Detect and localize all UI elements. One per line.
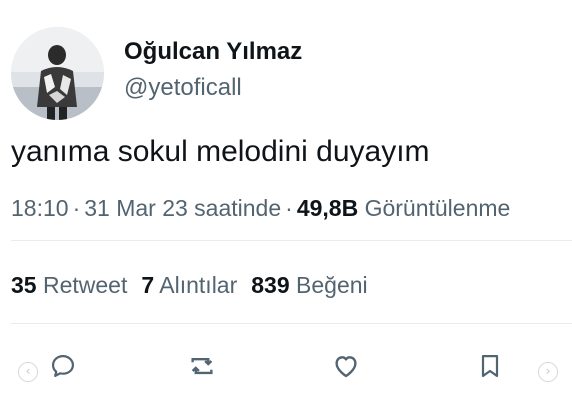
avatar-photo — [11, 27, 104, 120]
views-label: Görüntülenme — [364, 195, 511, 221]
views-count: 49,8B — [296, 195, 359, 221]
retweet-button[interactable] — [186, 350, 218, 382]
avatar[interactable] — [11, 27, 104, 120]
tweet-text: yanıma sokul melodini duyayım — [11, 135, 430, 168]
meta-separator: · — [72, 195, 81, 221]
retweets-label: Retweet — [42, 272, 128, 298]
tweet-time[interactable]: 18:10 — [11, 195, 69, 221]
retweets-count: 35 — [11, 272, 37, 298]
quotes-count: 7 — [141, 272, 155, 298]
meta-separator: · — [285, 195, 293, 221]
heart-icon — [335, 356, 357, 378]
likes-count: 839 — [251, 272, 290, 298]
like-button[interactable] — [330, 350, 362, 382]
engagement-stats: 35 Retweet 7 Alıntılar 839 Beğeni — [11, 272, 382, 299]
tweet-actions — [0, 350, 572, 382]
bookmark-icon — [481, 354, 499, 378]
divider — [11, 240, 572, 241]
display-name[interactable]: Oğulcan Yılmaz — [124, 38, 302, 66]
quotes-label: Alıntılar — [159, 272, 238, 298]
user-handle[interactable]: @yetoficall — [124, 74, 242, 102]
reply-button[interactable] — [47, 350, 79, 382]
tweet-meta: 18:10 · 31 Mar 23 saatinde · 49,8B Görüntüle… — [11, 195, 572, 222]
likes-stat[interactable]: 839 Beğeni — [251, 272, 367, 298]
reply-icon — [51, 354, 75, 378]
quotes-stat[interactable]: 7 Alıntılar — [141, 272, 237, 298]
divider — [11, 323, 572, 324]
bookmark-button[interactable] — [474, 350, 506, 382]
tweet-screenshot: Oğulcan Yılmaz @yetoficall yanıma sokul … — [0, 0, 572, 405]
retweets-stat[interactable]: 35 Retweet — [11, 272, 127, 298]
likes-label: Beğeni — [296, 272, 368, 298]
retweet-icon — [191, 357, 213, 375]
tweet-date[interactable]: 31 Mar 23 saatinde — [84, 195, 281, 221]
